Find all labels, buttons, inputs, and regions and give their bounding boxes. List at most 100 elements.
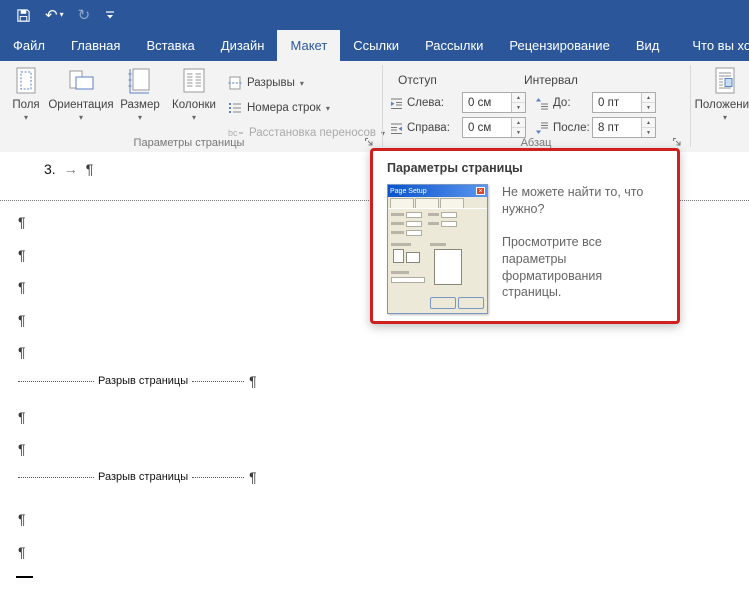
tell-me-box[interactable]: Что вы хот <box>680 30 749 61</box>
list-number: 3. <box>44 162 56 176</box>
orientation-label: Ориентация <box>48 99 113 112</box>
spacing-after-input[interactable] <box>593 118 641 137</box>
pilcrow-mark: ¶ <box>18 410 26 424</box>
supertip-hint: Просмотрите все параметры форматирования… <box>502 234 663 302</box>
orientation-icon <box>67 66 95 96</box>
page-break-dots <box>192 472 244 478</box>
indent-right-input-group: ▲ ▼ <box>462 117 526 138</box>
tab-mailings[interactable]: Рассылки <box>412 30 496 61</box>
position-button[interactable]: Положение ▾ <box>698 66 749 142</box>
margins-button[interactable]: Поля ▾ <box>6 66 46 142</box>
pilcrow-mark: ¶ <box>18 545 26 559</box>
dropdown-caret-icon: ▾ <box>192 114 196 122</box>
line-numbers-button[interactable]: Номера строк ▾ <box>228 98 330 118</box>
pilcrow-mark: ¶ <box>18 345 26 359</box>
document-line: 3. → ¶ <box>44 162 93 176</box>
page-setup-dialog-thumbnail: Page Setup × <box>387 184 488 314</box>
spinner-down-icon[interactable]: ▼ <box>512 103 525 112</box>
spinner-up-icon[interactable]: ▲ <box>512 93 525 103</box>
columns-button[interactable]: Колонки ▾ <box>168 66 220 142</box>
group-separator <box>382 65 383 147</box>
breaks-icon <box>228 76 242 90</box>
dropdown-caret-icon: ▾ <box>300 80 304 88</box>
supertip-text: Не можете найти то, что нужно? Просмотри… <box>502 184 663 314</box>
word-window: ↶ ▾ ↻ Файл Главная Вставка Дизайн Макет … <box>0 0 749 606</box>
spinner-down-icon[interactable]: ▼ <box>642 128 655 137</box>
spacing-before-input[interactable] <box>593 93 641 112</box>
pilcrow-mark: ¶ <box>18 442 26 456</box>
spinner-down-icon[interactable]: ▼ <box>512 128 525 137</box>
spinner-up-icon[interactable]: ▲ <box>642 118 655 128</box>
size-button[interactable]: Размер ▾ <box>116 66 164 142</box>
position-icon <box>711 66 739 96</box>
group-separator <box>690 65 691 147</box>
spinner-up-icon[interactable]: ▲ <box>512 118 525 128</box>
ribbon-tab-bar: Файл Главная Вставка Дизайн Макет Ссылки… <box>0 30 749 61</box>
redo-button[interactable]: ↻ <box>78 8 91 23</box>
thumbnail-titlebar: Page Setup × <box>388 185 487 197</box>
tab-layout[interactable]: Макет <box>277 30 340 61</box>
tab-references[interactable]: Ссылки <box>340 30 412 61</box>
customize-quick-access-button[interactable] <box>104 9 116 21</box>
page-break-dots <box>18 472 94 478</box>
pilcrow-mark: ¶ <box>18 280 26 294</box>
tab-insert[interactable]: Вставка <box>133 30 207 61</box>
tell-me-label: Что вы хот <box>692 38 749 53</box>
indent-right-icon <box>390 122 403 135</box>
indent-right-input[interactable] <box>463 118 511 137</box>
pilcrow-mark: ¶ <box>18 313 26 327</box>
tab-design[interactable]: Дизайн <box>208 30 278 61</box>
close-icon: × <box>476 187 485 195</box>
size-label: Размер <box>120 99 160 112</box>
spacing-before-label: До: <box>553 97 571 109</box>
tab-view[interactable]: Вид <box>623 30 673 61</box>
pilcrow-mark: ¶ <box>18 512 26 526</box>
undo-button[interactable]: ↶ ▾ <box>45 8 64 23</box>
page-setup-supertip: Параметры страницы Page Setup × <box>370 148 680 324</box>
end-of-document-marker <box>16 576 33 578</box>
thumbnail-ok-button <box>430 297 456 309</box>
tab-mark-icon: → <box>64 162 78 176</box>
indent-left-input-group: ▲ ▼ <box>462 92 526 113</box>
margins-label: Поля <box>12 99 39 112</box>
ribbon: Поля ▾ Ориентация ▾ Размер ▾ <box>0 61 749 153</box>
spacing-before-spinner: ▲ ▼ <box>641 93 655 112</box>
indent-right-spinner: ▲ ▼ <box>511 118 525 137</box>
dropdown-caret-icon: ▾ <box>24 114 28 122</box>
thumbnail-body <box>388 208 487 313</box>
dropdown-caret-icon: ▾ <box>326 105 330 113</box>
tab-review[interactable]: Рецензирование <box>496 30 622 61</box>
pilcrow-mark: ¶ <box>249 373 257 389</box>
spacing-after-icon <box>536 122 549 135</box>
pilcrow-mark: ¶ <box>86 162 94 176</box>
spinner-down-icon[interactable]: ▼ <box>642 103 655 112</box>
spinner-up-icon[interactable]: ▲ <box>642 93 655 103</box>
orientation-button[interactable]: Ориентация ▾ <box>50 66 112 142</box>
tab-home[interactable]: Главная <box>58 30 133 61</box>
spacing-before-icon <box>536 97 549 110</box>
dropdown-caret-icon: ▾ <box>138 114 142 122</box>
pilcrow-mark: ¶ <box>249 469 257 485</box>
spacing-after-spinner: ▲ ▼ <box>641 118 655 137</box>
title-bar: ↶ ▾ ↻ <box>0 0 749 30</box>
indent-left-label: Слева: <box>407 97 444 109</box>
pilcrow-mark: ¶ <box>18 215 26 229</box>
indent-left-input[interactable] <box>463 93 511 112</box>
undo-icon: ↶ <box>45 8 58 23</box>
redo-icon: ↻ <box>78 8 91 23</box>
thumbnail-cancel-button <box>458 297 484 309</box>
pilcrow-mark: ¶ <box>18 248 26 262</box>
breaks-button[interactable]: Разрывы ▾ <box>228 73 304 93</box>
indent-left-icon <box>390 97 403 110</box>
columns-label: Колонки <box>172 99 216 112</box>
page-break-dots <box>18 376 94 382</box>
save-button[interactable] <box>16 8 31 23</box>
tab-file[interactable]: Файл <box>0 30 58 61</box>
page-break-dots <box>192 376 244 382</box>
line-numbers-label: Номера строк <box>247 102 321 114</box>
position-label: Положение <box>695 99 749 112</box>
spacing-before-field-label: До: <box>536 93 571 113</box>
indent-right-label: Справа: <box>407 122 450 134</box>
thumbnail-tabs <box>388 197 487 208</box>
dropdown-caret-icon: ▾ <box>723 114 727 122</box>
